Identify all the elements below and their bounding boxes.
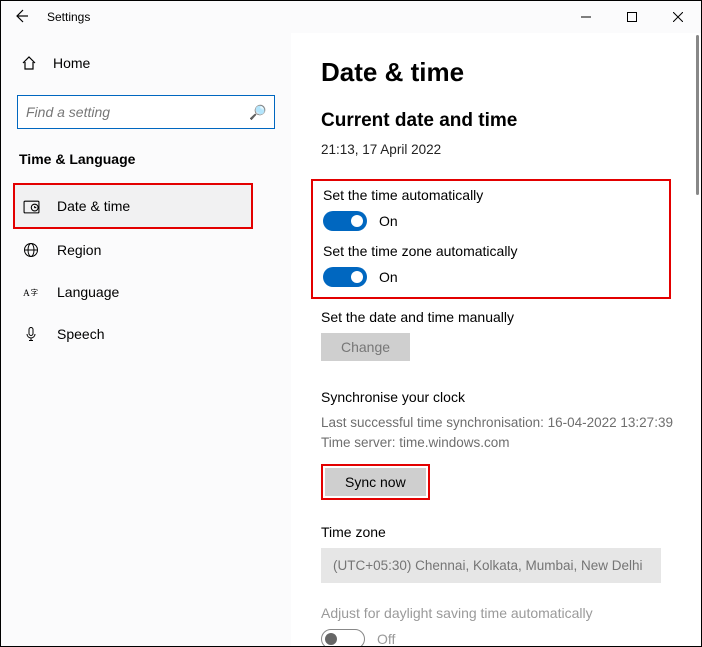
maximize-button[interactable] [609, 1, 655, 33]
highlight-annotation: Date & time [13, 183, 253, 229]
timezone-select: (UTC+05:30) Chennai, Kolkata, Mumbai, Ne… [321, 548, 661, 583]
svg-text:字: 字 [31, 287, 39, 297]
sync-now-button[interactable]: Sync now [325, 468, 426, 496]
manual-set-label: Set the date and time manually [321, 309, 691, 325]
set-tz-auto-toggle[interactable] [323, 267, 367, 287]
current-datetime-value: 21:13, 17 April 2022 [321, 142, 691, 157]
change-button: Change [321, 333, 410, 361]
nav-item-label: Date & time [57, 198, 130, 214]
nav-region[interactable]: Region [1, 229, 291, 271]
search-icon: 🔍 [249, 104, 266, 121]
window-title: Settings [47, 10, 90, 24]
nav-home-label: Home [53, 55, 90, 71]
highlight-annotation: Sync now [321, 464, 430, 500]
back-button[interactable] [1, 1, 41, 33]
set-time-auto-toggle[interactable] [323, 211, 367, 231]
titlebar: Settings [1, 1, 701, 33]
nav-language[interactable]: A字 Language [1, 271, 291, 313]
nav-date-time[interactable]: Date & time [15, 185, 251, 227]
close-button[interactable] [655, 1, 701, 33]
sync-server-line: Time server: time.windows.com [321, 433, 691, 453]
sync-last-line: Last successful time synchronisation: 16… [321, 413, 691, 433]
globe-icon [23, 242, 41, 258]
scrollbar[interactable] [696, 35, 699, 195]
dst-state: Off [377, 631, 395, 647]
timezone-heading: Time zone [321, 524, 691, 540]
language-icon: A字 [23, 284, 41, 300]
home-icon [21, 55, 37, 71]
search-input[interactable] [26, 104, 249, 120]
clock-icon [23, 198, 41, 215]
current-datetime-heading: Current date and time [321, 110, 691, 132]
sidebar: Home 🔍 Time & Language Date & time Reg [1, 33, 291, 646]
dst-toggle [321, 629, 365, 647]
arrow-left-icon [13, 8, 29, 27]
svg-text:A: A [23, 289, 30, 299]
highlight-annotation: Set the time automatically On Set the ti… [311, 179, 671, 299]
set-tz-auto-label: Set the time zone automatically [323, 243, 659, 259]
nav-home[interactable]: Home [1, 43, 291, 83]
content-pane: Date & time Current date and time 21:13,… [291, 33, 701, 646]
nav-item-label: Speech [57, 326, 104, 342]
set-time-auto-label: Set the time automatically [323, 187, 659, 203]
set-time-auto-state: On [379, 213, 398, 229]
sidebar-section-header: Time & Language [1, 129, 291, 177]
nav-item-label: Language [57, 284, 119, 300]
sync-heading: Synchronise your clock [321, 389, 691, 405]
minimize-button[interactable] [563, 1, 609, 33]
microphone-icon [23, 326, 41, 342]
set-tz-auto-state: On [379, 269, 398, 285]
search-box[interactable]: 🔍 [17, 95, 275, 129]
dst-label: Adjust for daylight saving time automati… [321, 605, 691, 621]
nav-item-label: Region [57, 242, 101, 258]
nav-speech[interactable]: Speech [1, 313, 291, 355]
page-title: Date & time [321, 57, 691, 88]
